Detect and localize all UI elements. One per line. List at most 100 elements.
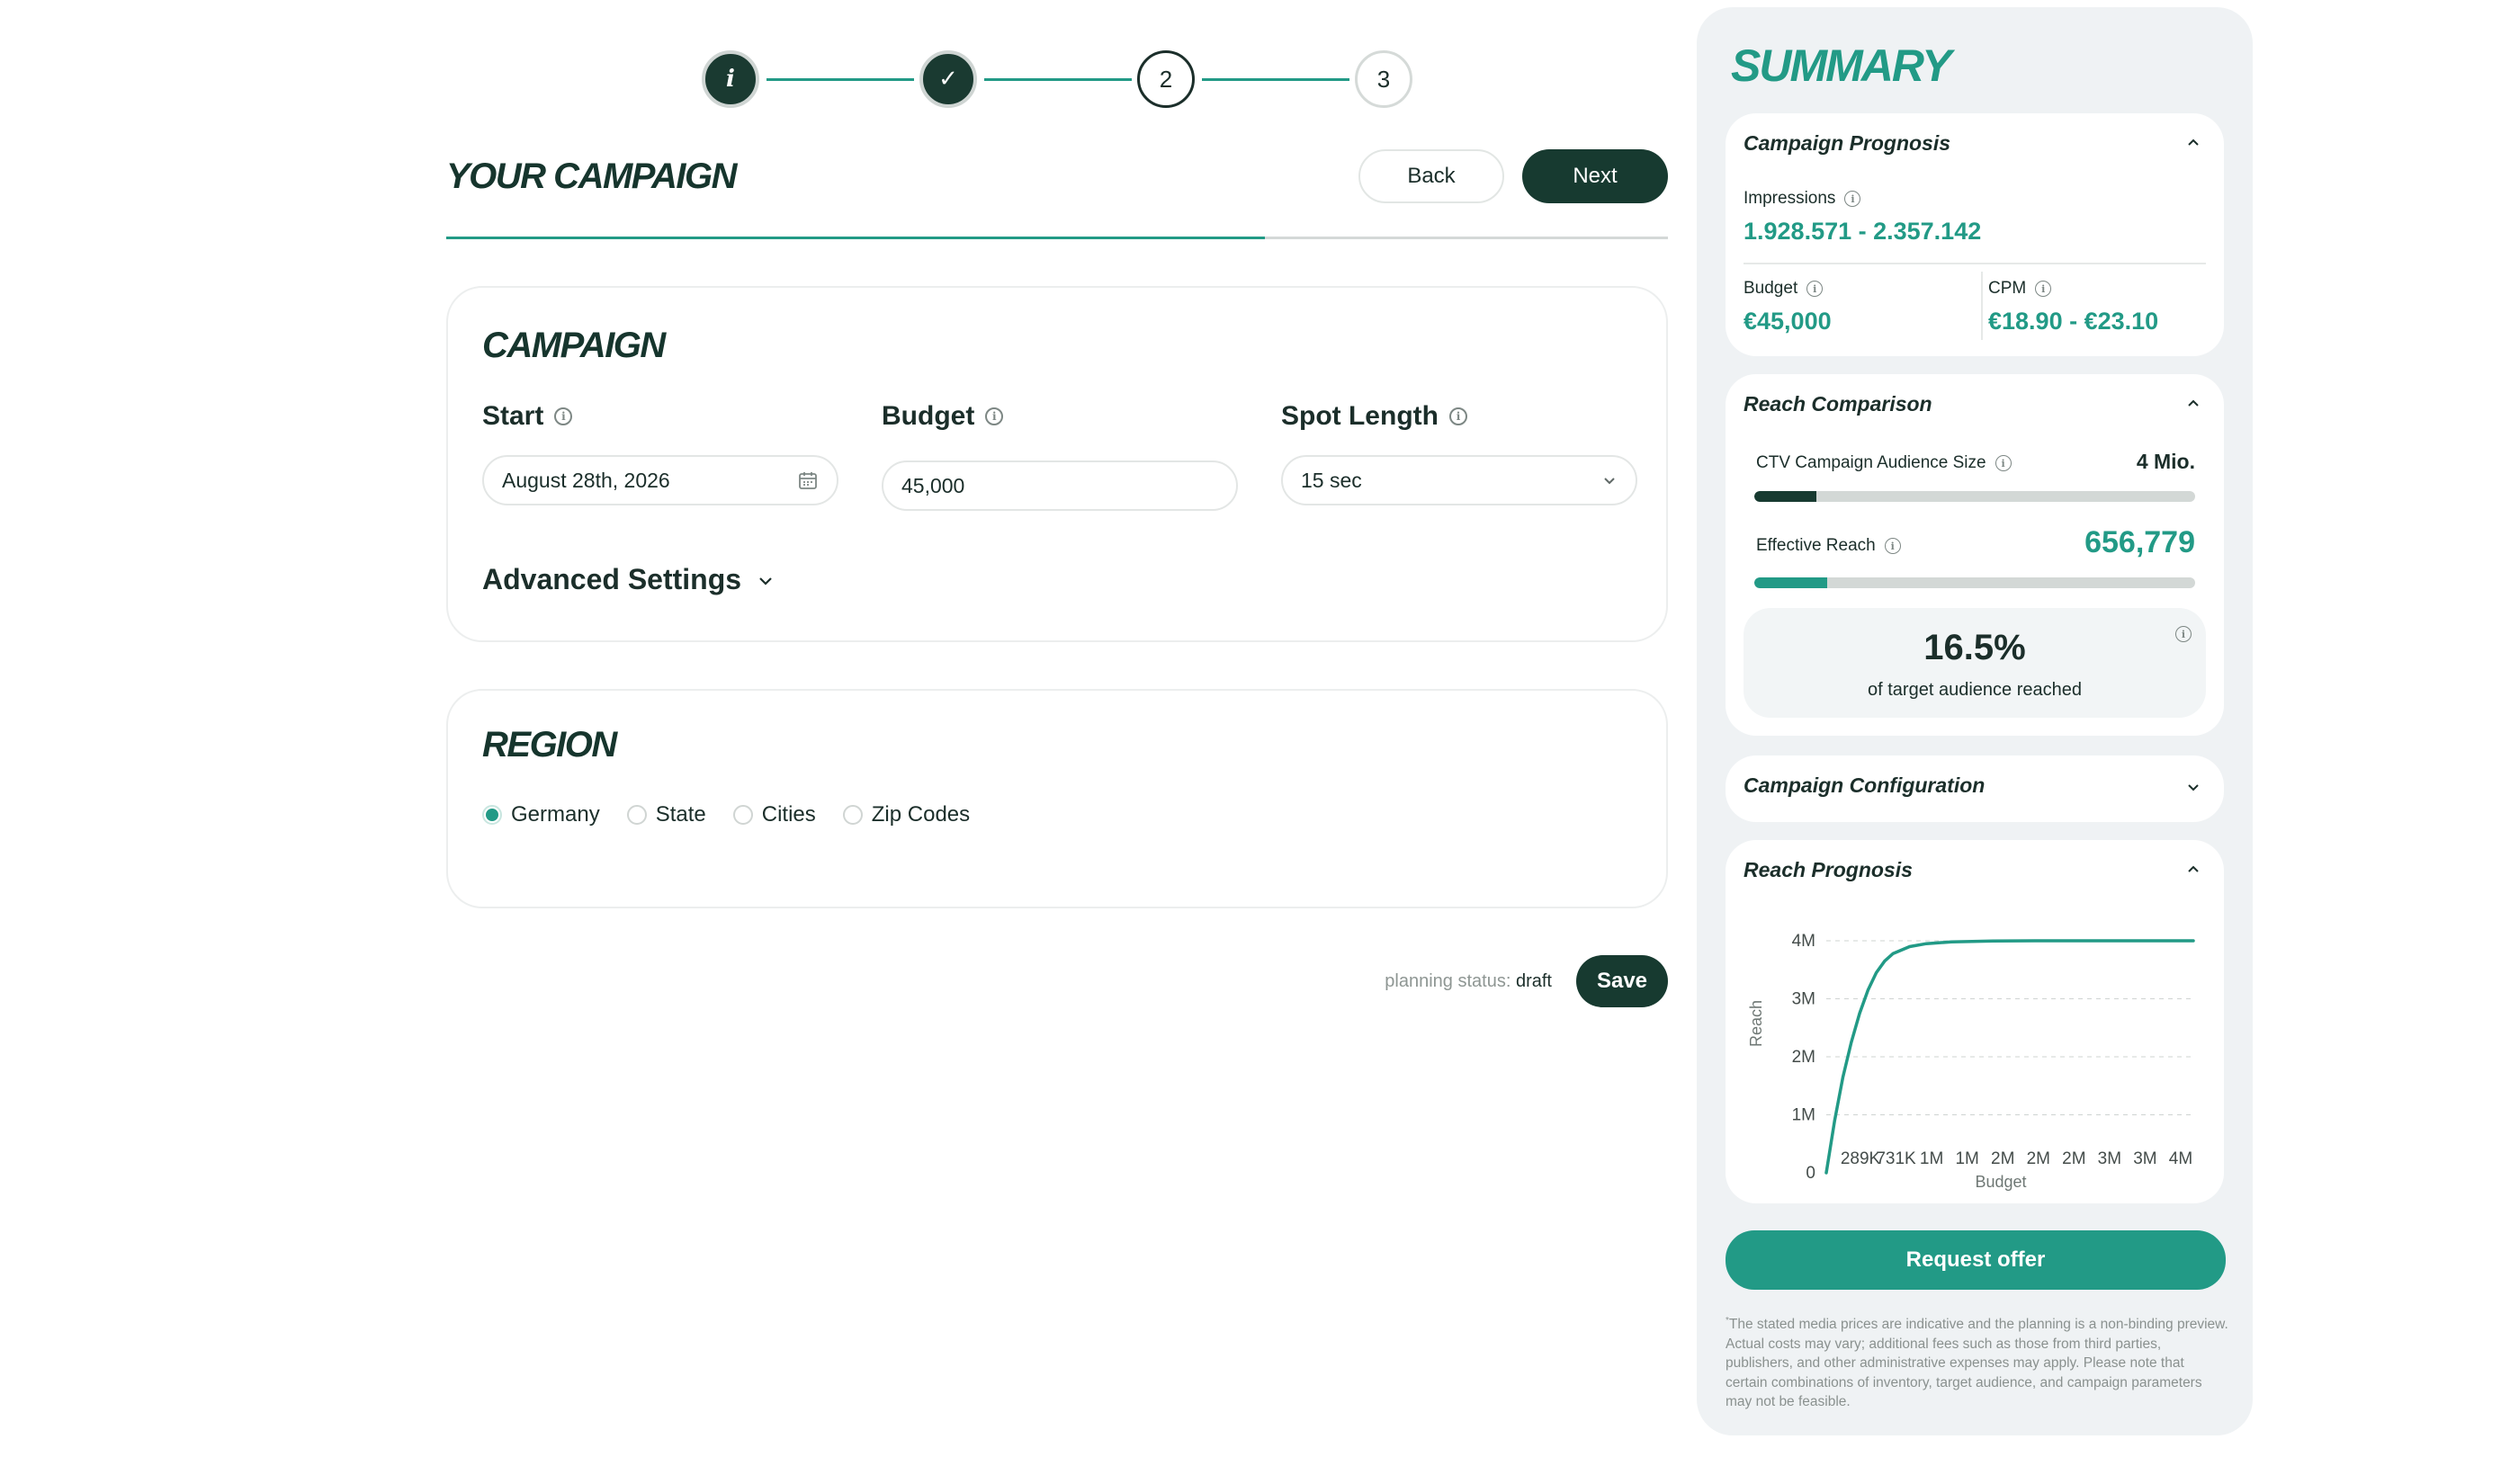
next-button[interactable]: Next (1522, 149, 1668, 203)
campaign-section-title: CAMPAIGN (482, 326, 666, 365)
info-icon[interactable]: i (1995, 455, 2012, 471)
budget-summary-value: €45,000 (1744, 308, 1832, 335)
audience-size-bar (1754, 491, 2195, 502)
chart-x-tick-label: 1M (1920, 1149, 1943, 1168)
back-button[interactable]: Back (1358, 149, 1504, 203)
planning-status: planning status: draft (1260, 971, 1552, 992)
chart-x-tick-label: 4M (2169, 1149, 2192, 1168)
region-option-label: Cities (761, 802, 816, 827)
reach-comparison-panel: Reach Comparison CTV Campaign Audience S… (1726, 374, 2224, 736)
budget-summary-label-text: Budget (1744, 279, 1798, 298)
spot-length-select[interactable]: 15 sec (1281, 455, 1637, 505)
info-icon[interactable]: i (985, 407, 1004, 425)
save-button[interactable]: Save (1576, 955, 1668, 1007)
chart-y-tick-label: 2M (1792, 1048, 1815, 1067)
info-icon[interactable]: i (1844, 191, 1861, 207)
step-done[interactable]: ✓ (919, 50, 977, 108)
region-option-state[interactable]: State (626, 802, 706, 827)
chevron-up-icon[interactable] (2184, 133, 2202, 151)
planning-status-label: planning status: (1385, 971, 1511, 991)
page-title: YOUR CAMPAIGN (446, 156, 737, 196)
chart-x-tick-label: 3M (2098, 1149, 2121, 1168)
chevron-up-icon[interactable] (2184, 860, 2202, 878)
cpm-value: €18.90 - €23.10 (1988, 308, 2159, 335)
budget-value: 45,000 (901, 473, 965, 497)
reach-prognosis-panel: Reach Prognosis 0 1M 2M 3M 4M 289K 731K 1M 1M 2M… (1726, 840, 2224, 1203)
reach-comparison-title: Reach Comparison (1744, 392, 1932, 416)
chart-x-tick-label: 1M (1955, 1149, 1978, 1168)
budget-label: Budget i (882, 401, 1004, 432)
info-icon[interactable]: i (2035, 281, 2052, 297)
chart-x-axis-label: Budget (1975, 1173, 2026, 1191)
effective-reach-label-text: Effective Reach (1756, 536, 1876, 555)
planning-status-value: draft (1515, 971, 1552, 991)
divider (1981, 272, 1983, 340)
info-icon[interactable]: i (1884, 538, 1901, 554)
chart-y-axis-label: Reach (1747, 1000, 1765, 1047)
chart-y-tick-label: 1M (1792, 1106, 1815, 1125)
step-number: 2 (1159, 65, 1173, 93)
step-info[interactable]: i (702, 50, 759, 108)
start-date-input[interactable]: August 28th, 2026 (482, 455, 838, 505)
calendar-icon[interactable] (797, 469, 819, 491)
region-option-label: State (655, 802, 706, 827)
campaign-card: CAMPAIGN Start i August 28th, 2026 Budge… (446, 286, 1668, 642)
radio-button[interactable] (732, 805, 753, 825)
info-icon[interactable]: i (554, 407, 573, 425)
budget-summary-label: Budget i (1744, 279, 1824, 299)
audience-size-value: 4 Mio. (2136, 450, 2195, 473)
effective-reach-label: Effective Reach i (1756, 536, 1901, 556)
budget-label-text: Budget (882, 401, 975, 431)
campaign-configuration-panel[interactable]: Campaign Configuration (1726, 755, 2224, 822)
info-icon[interactable]: i (1448, 407, 1467, 425)
chart-y-tick-label: 4M (1792, 932, 1815, 951)
effective-reach-value: 656,779 (2084, 525, 2195, 559)
chart-x-tick-label: 2M (2027, 1149, 2050, 1168)
region-option-zip-codes[interactable]: Zip Codes (842, 802, 970, 827)
chevron-down-icon (1601, 472, 1618, 488)
region-option-cities[interactable]: Cities (732, 802, 816, 827)
region-option-germany[interactable]: Germany (482, 802, 600, 827)
step-current[interactable]: 2 (1137, 50, 1195, 108)
region-card: REGION Germany State Cities Zip Codes (446, 689, 1668, 908)
chart-x-tick-label: 2M (1991, 1149, 2014, 1168)
chart-x-tick-label: 289K (1841, 1149, 1881, 1168)
chart-x-tick-label: 731K (1876, 1149, 1916, 1168)
info-icon[interactable]: i (2175, 626, 2192, 642)
stepper: i ✓ 2 3 (702, 50, 1421, 108)
start-date-value: August 28th, 2026 (502, 468, 670, 492)
spot-length-value: 15 sec (1301, 468, 1362, 492)
info-icon[interactable]: i (1806, 281, 1824, 297)
audience-size-label-text: CTV Campaign Audience Size (1756, 453, 1986, 472)
reach-prognosis-chart: 01M2M3M4M 289K731K 1M 1M 2M 2M 2M 3M 3M 4M Reach… (1747, 932, 2195, 1191)
target-reached-caption: of target audience reached (1868, 680, 2082, 700)
region-radio-group: Germany State Cities Zip Codes (482, 802, 970, 827)
check-icon: ✓ (938, 66, 958, 93)
start-label-text: Start (482, 401, 544, 431)
chart-x-tick-label: 3M (2133, 1149, 2156, 1168)
step-progress-fill (446, 237, 1265, 239)
info-step-icon: i (726, 66, 735, 93)
spot-length-label-text: Spot Length (1281, 401, 1439, 431)
advanced-settings-toggle[interactable]: Advanced Settings (482, 563, 775, 596)
radio-button[interactable] (842, 805, 863, 825)
stepper-line-3 (1202, 78, 1349, 81)
advanced-settings-label: Advanced Settings (482, 563, 742, 595)
radio-button[interactable] (482, 805, 502, 825)
effective-reach-bar-fill (1754, 577, 1827, 588)
stepper-line-1 (766, 78, 914, 81)
chart-y-tick-label: 3M (1792, 990, 1815, 1009)
audience-size-label: CTV Campaign Audience Size i (1756, 453, 2012, 473)
summary-sidebar: SUMMARY Campaign Prognosis Impressions i… (1697, 7, 2253, 1435)
reach-prognosis-title: Reach Prognosis (1744, 858, 1913, 881)
step-progress-bar (446, 237, 1668, 239)
chevron-up-icon[interactable] (2184, 394, 2202, 412)
budget-input[interactable]: 45,000 (882, 460, 1238, 511)
impressions-label-text: Impressions (1744, 189, 1836, 208)
radio-button[interactable] (626, 805, 647, 825)
disclaimer-body: The stated media prices are indicative a… (1726, 1317, 2228, 1410)
step-upcoming[interactable]: 3 (1355, 50, 1412, 108)
request-offer-button[interactable]: Request offer (1726, 1230, 2226, 1290)
effective-reach-bar (1754, 577, 2195, 588)
chevron-down-icon[interactable] (2184, 779, 2202, 797)
